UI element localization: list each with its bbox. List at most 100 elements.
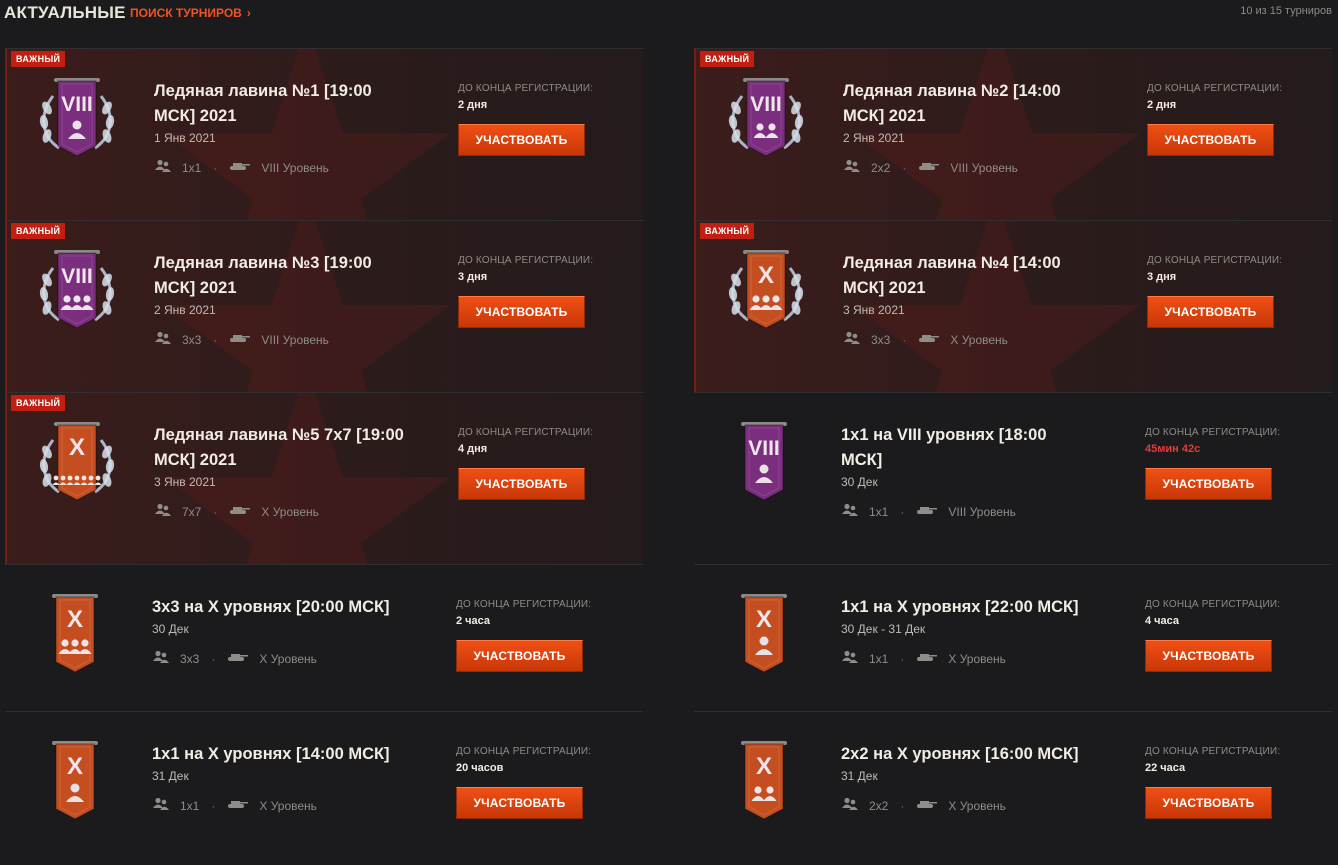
tournament-date: 3 Янв 2021 bbox=[154, 475, 216, 489]
tournament-title[interactable]: Ледяная лавина №3 [19:00 МСК] 2021 bbox=[154, 251, 404, 301]
tank-icon bbox=[916, 504, 938, 519]
tournament-meta: 3x3 · X Уровень bbox=[843, 331, 1008, 348]
important-badge: ВАЖНЫЙ bbox=[11, 395, 66, 411]
tournament-card[interactable]: X 2x2 на X уровнях [16:00 МСК] 31 Дек 2x… bbox=[694, 711, 1332, 858]
tournament-format: 1x1 bbox=[869, 504, 889, 519]
tournament-format: 3x3 bbox=[180, 651, 200, 666]
tournament-date: 30 Дек - 31 Дек bbox=[841, 622, 926, 636]
tournament-meta: 1x1 · VIII Уровень bbox=[841, 503, 1016, 520]
tournament-meta: 1x1 · X Уровень bbox=[152, 797, 317, 814]
tank-icon bbox=[916, 798, 938, 813]
registration-time-left: 2 дня bbox=[458, 99, 488, 111]
svg-text:VIII: VIII bbox=[61, 265, 93, 288]
registration-time-left: 20 часов bbox=[456, 762, 504, 774]
tournament-level: VIII Уровень bbox=[261, 332, 329, 347]
registration-time-left: 2 часа bbox=[456, 615, 491, 627]
tournament-title[interactable]: 2x2 на X уровнях [16:00 МСК] bbox=[841, 742, 1091, 767]
tournament-emblem-icon: X bbox=[741, 594, 787, 673]
participate-button[interactable]: УЧАСТВОВАТЬ bbox=[1147, 296, 1274, 328]
tournament-emblem-icon: X bbox=[52, 741, 98, 820]
svg-text:X: X bbox=[67, 606, 83, 633]
participate-button[interactable]: УЧАСТВОВАТЬ bbox=[1145, 468, 1272, 500]
registration-label: ДО КОНЦА РЕГИСТРАЦИИ: bbox=[1145, 746, 1281, 757]
tank-icon bbox=[227, 798, 249, 813]
registration-time-left: 4 часа bbox=[1145, 615, 1180, 627]
registration-label: ДО КОНЦА РЕГИСТРАЦИИ: bbox=[458, 255, 594, 266]
team-size-icon bbox=[843, 331, 861, 348]
tournament-card[interactable]: ВАЖНЫЙ X Ледяная лавина №5 7x7 [19:00 МС… bbox=[5, 392, 643, 564]
svg-text:X: X bbox=[69, 434, 85, 461]
team-size-icon bbox=[154, 331, 172, 348]
registration-label: ДО КОНЦА РЕГИСТРАЦИИ: bbox=[456, 599, 592, 610]
tournament-card[interactable]: ВАЖНЫЙ VIII Ледяная лавина №3 [19:00 МСК… bbox=[5, 220, 643, 392]
tournament-title[interactable]: Ледяная лавина №2 [14:00 МСК] 2021 bbox=[843, 79, 1093, 129]
team-size-icon bbox=[841, 797, 859, 814]
tournament-emblem-icon: VIII bbox=[741, 422, 787, 501]
svg-text:X: X bbox=[756, 753, 772, 780]
tournament-title[interactable]: 1x1 на VIII уровнях [18:00 МСК] bbox=[841, 423, 1091, 473]
registration-time-left: 45мин 42с bbox=[1145, 443, 1201, 455]
participate-button[interactable]: УЧАСТВОВАТЬ bbox=[458, 468, 585, 500]
participate-button[interactable]: УЧАСТВОВАТЬ bbox=[458, 296, 585, 328]
tournament-format: 2x2 bbox=[869, 798, 889, 813]
participate-button[interactable]: УЧАСТВОВАТЬ bbox=[458, 124, 585, 156]
tournament-emblem-icon: X bbox=[741, 741, 787, 820]
tournament-title[interactable]: Ледяная лавина №1 [19:00 МСК] 2021 bbox=[154, 79, 404, 129]
team-size-icon bbox=[154, 503, 172, 520]
team-size-icon bbox=[154, 159, 172, 176]
tournament-date: 2 Янв 2021 bbox=[154, 303, 216, 317]
tournament-title[interactable]: 3x3 на X уровнях [20:00 МСК] bbox=[152, 595, 402, 620]
tournament-meta: 2x2 · X Уровень bbox=[841, 797, 1006, 814]
tournament-card[interactable]: X 1x1 на X уровнях [14:00 МСК] 31 Дек 1x… bbox=[5, 711, 643, 858]
svg-text:VIII: VIII bbox=[61, 93, 93, 116]
tournament-title[interactable]: 1x1 на X уровнях [14:00 МСК] bbox=[152, 742, 402, 767]
registration-time-left: 3 дня bbox=[458, 271, 488, 283]
registration-label: ДО КОНЦА РЕГИСТРАЦИИ: bbox=[456, 746, 592, 757]
tournament-card[interactable]: ВАЖНЫЙ VIII Ледяная лавина №1 [19:00 МСК… bbox=[5, 48, 643, 220]
team-size-icon bbox=[841, 503, 859, 520]
tournament-format: 1x1 bbox=[180, 798, 200, 813]
tournament-format: 3x3 bbox=[182, 332, 202, 347]
important-badge: ВАЖНЫЙ bbox=[700, 223, 755, 239]
tournament-date: 31 Дек bbox=[152, 769, 189, 783]
tournament-card[interactable]: ВАЖНЫЙ VIII Ледяная лавина №2 [14:00 МСК… bbox=[694, 48, 1332, 220]
tournament-level: X Уровень bbox=[948, 651, 1006, 666]
tournament-emblem-icon: VIII bbox=[39, 78, 115, 157]
registration-time-left: 4 дня bbox=[458, 443, 488, 455]
tournament-format: 1x1 bbox=[869, 651, 889, 666]
participate-button[interactable]: УЧАСТВОВАТЬ bbox=[1147, 124, 1274, 156]
tournament-card[interactable]: X 3x3 на X уровнях [20:00 МСК] 30 Дек 3x… bbox=[5, 564, 643, 711]
svg-text:VIII: VIII bbox=[748, 437, 780, 460]
svg-text:X: X bbox=[758, 262, 774, 289]
participate-button[interactable]: УЧАСТВОВАТЬ bbox=[1145, 787, 1272, 819]
participate-button[interactable]: УЧАСТВОВАТЬ bbox=[1145, 640, 1272, 672]
participate-button[interactable]: УЧАСТВОВАТЬ bbox=[456, 787, 583, 819]
tournament-meta: 1x1 · VIII Уровень bbox=[154, 159, 329, 176]
tournament-date: 30 Дек bbox=[152, 622, 189, 636]
search-tournaments-link[interactable]: ПОИСК ТУРНИРОВ › bbox=[130, 6, 251, 20]
meta-separator: · bbox=[900, 504, 905, 519]
participate-button[interactable]: УЧАСТВОВАТЬ bbox=[456, 640, 583, 672]
tournament-count: 10 из 15 турниров bbox=[1240, 5, 1332, 17]
tournament-emblem-icon: VIII bbox=[39, 250, 115, 329]
meta-separator: · bbox=[902, 160, 907, 175]
tank-icon bbox=[229, 504, 251, 519]
important-badge: ВАЖНЫЙ bbox=[11, 223, 66, 239]
tournament-meta: 3x3 · VIII Уровень bbox=[154, 331, 329, 348]
tournament-meta: 7x7 · X Уровень bbox=[154, 503, 319, 520]
team-size-icon bbox=[841, 650, 859, 667]
tournament-emblem-icon: VIII bbox=[728, 78, 804, 157]
registration-label: ДО КОНЦА РЕГИСТРАЦИИ: bbox=[1145, 599, 1281, 610]
tournament-title[interactable]: Ледяная лавина №5 7x7 [19:00 МСК] 2021 bbox=[154, 423, 404, 473]
team-size-icon bbox=[843, 159, 861, 176]
tournament-card[interactable]: X 1x1 на X уровнях [22:00 МСК] 30 Дек - … bbox=[694, 564, 1332, 711]
meta-separator: · bbox=[900, 798, 905, 813]
tournament-title[interactable]: 1x1 на X уровнях [22:00 МСК] bbox=[841, 595, 1091, 620]
tournament-title[interactable]: Ледяная лавина №4 [14:00 МСК] 2021 bbox=[843, 251, 1093, 301]
tournament-card[interactable]: VIII 1x1 на VIII уровнях [18:00 МСК] 30 … bbox=[694, 392, 1332, 564]
registration-time-left: 3 дня bbox=[1147, 271, 1177, 283]
tournament-level: X Уровень bbox=[261, 504, 319, 519]
tank-icon bbox=[918, 160, 940, 175]
tournament-card[interactable]: ВАЖНЫЙ X Ледяная лавина №4 [14:00 МСК] 2… bbox=[694, 220, 1332, 392]
registration-label: ДО КОНЦА РЕГИСТРАЦИИ: bbox=[1145, 427, 1281, 438]
